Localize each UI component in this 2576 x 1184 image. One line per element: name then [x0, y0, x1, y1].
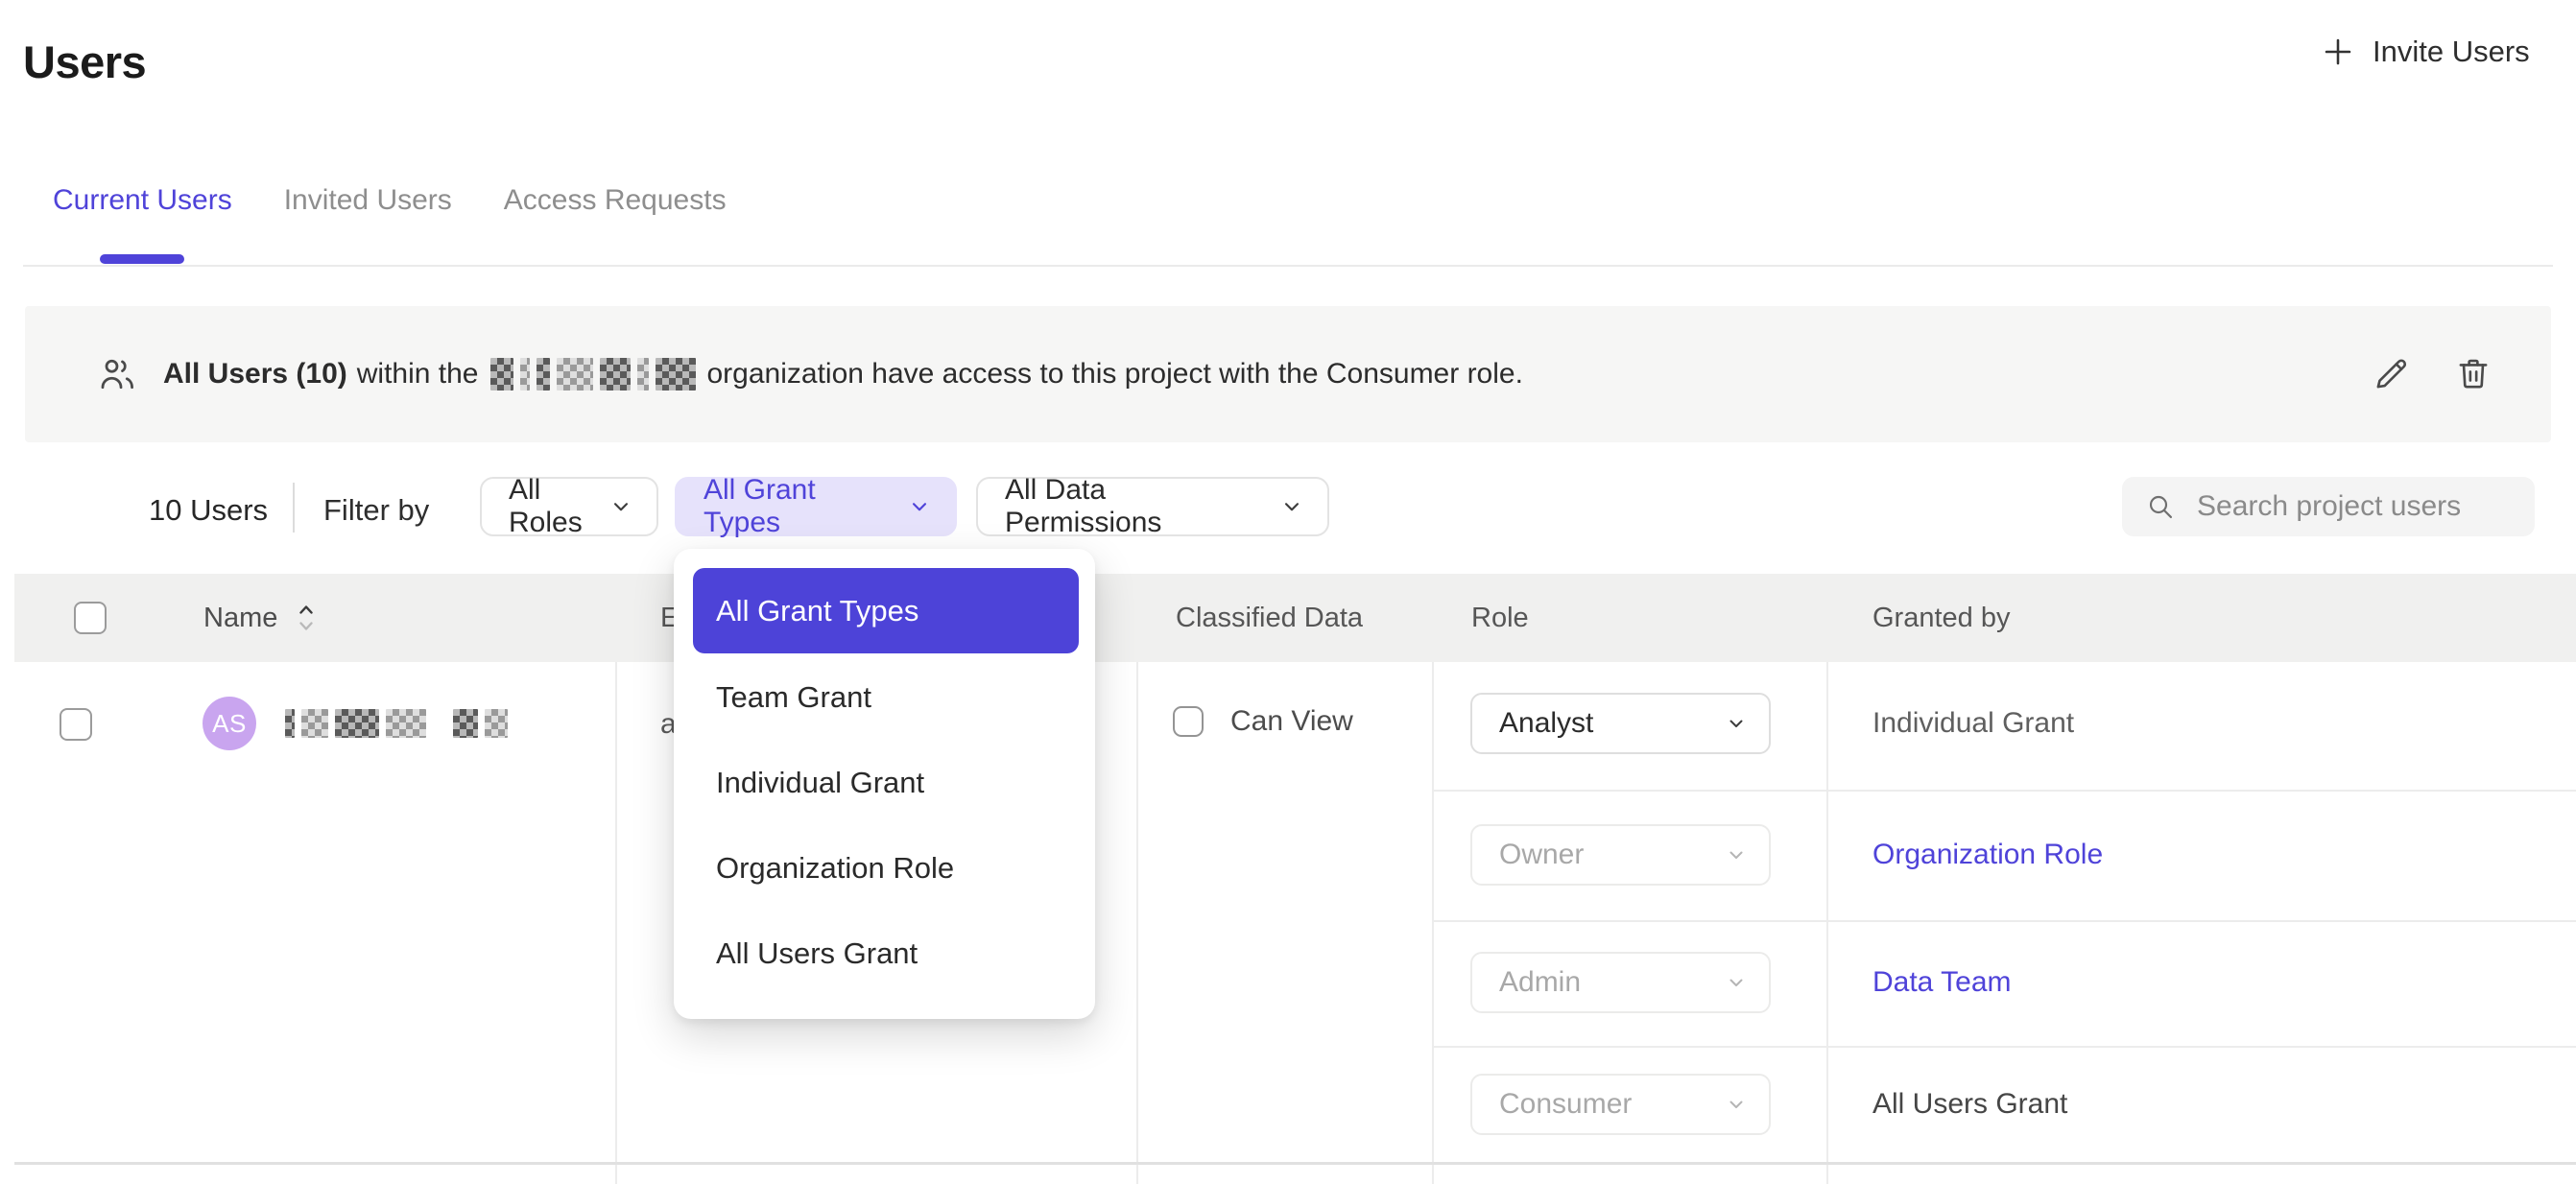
users-page: Users Invite Users Current Users Invited…: [0, 0, 2576, 1184]
row-checkbox[interactable]: [60, 708, 92, 741]
grant-row-divider: [1432, 920, 2576, 922]
redacted-user-name: [285, 709, 508, 738]
role-select-admin: Admin: [1470, 952, 1771, 1013]
avatar-initials: AS: [212, 709, 247, 739]
menu-item-all-users-grant[interactable]: All Users Grant: [693, 911, 1079, 996]
granted-by-data-team-link[interactable]: Data Team: [1872, 966, 2012, 999]
grant-row-divider: [1432, 790, 2576, 792]
invite-users-button[interactable]: Invite Users: [2321, 25, 2530, 79]
grant-row-divider: [1432, 1046, 2576, 1048]
chevron-down-icon: [1279, 494, 1304, 519]
column-header-classified-data: Classified Data: [1176, 574, 1363, 662]
people-icon: [96, 353, 138, 395]
chevron-down-icon: [1725, 971, 1748, 994]
pencil-icon: [2371, 354, 2411, 394]
select-all-checkbox[interactable]: [74, 602, 107, 634]
trash-icon: [2453, 354, 2493, 394]
filter-all-data-permissions-label: All Data Permissions: [1005, 474, 1264, 539]
banner-bold-text: All Users (10): [163, 358, 347, 391]
column-header-role: Role: [1471, 574, 1529, 662]
chevron-down-icon: [1725, 1093, 1748, 1116]
column-divider: [615, 662, 617, 1184]
chevron-down-icon: [608, 494, 633, 519]
can-view-checkbox[interactable]: [1173, 706, 1204, 737]
filter-all-data-permissions[interactable]: All Data Permissions: [976, 477, 1329, 536]
filter-all-grant-types[interactable]: All Grant Types: [675, 477, 957, 536]
user-count: 10 Users: [149, 493, 268, 528]
search-icon: [2145, 491, 2176, 522]
redacted-org-name: [490, 358, 696, 391]
chevron-down-icon: [907, 494, 932, 519]
role-select-analyst[interactable]: Analyst: [1470, 693, 1771, 754]
column-divider: [1432, 662, 1434, 1184]
table-header: Name Email Classified Data Role Granted …: [14, 574, 2576, 662]
chevron-down-icon: [1725, 712, 1748, 735]
column-divider: [1826, 662, 1828, 1184]
granted-by-individual-grant: Individual Grant: [1872, 707, 2074, 740]
tabs-divider: [23, 265, 2553, 267]
grant-types-dropdown-menu: All Grant Types Team Grant Individual Gr…: [674, 549, 1095, 1019]
edit-banner-button[interactable]: [2371, 354, 2411, 394]
column-divider: [1136, 662, 1138, 1184]
banner-text-before-org: within the: [357, 358, 479, 391]
role-select-consumer: Consumer: [1470, 1074, 1771, 1135]
avatar: AS: [203, 697, 256, 750]
banner-text-after-org: organization have access to this project…: [707, 358, 1523, 391]
tab-current-users[interactable]: Current Users: [53, 184, 232, 217]
granted-by-organization-role-link[interactable]: Organization Role: [1872, 839, 2103, 871]
plus-icon: [2321, 35, 2355, 69]
tab-access-requests[interactable]: Access Requests: [504, 184, 727, 217]
menu-item-team-grant[interactable]: Team Grant: [693, 654, 1079, 740]
delete-banner-button[interactable]: [2453, 354, 2493, 394]
row-divider: [14, 1162, 2576, 1165]
column-header-name[interactable]: Name: [203, 574, 318, 662]
menu-item-individual-grant[interactable]: Individual Grant: [693, 740, 1079, 825]
classified-data-cell: Can View: [1173, 705, 1353, 738]
tab-bar: Current Users Invited Users Access Reque…: [53, 184, 727, 217]
granted-by-all-users-grant: All Users Grant: [1872, 1088, 2067, 1121]
search-project-users: [2122, 477, 2535, 536]
page-title: Users: [23, 36, 146, 88]
tab-invited-users[interactable]: Invited Users: [284, 184, 452, 217]
all-users-banner: All Users (10) within the organization h…: [25, 306, 2551, 442]
active-tab-indicator: [100, 254, 184, 264]
filter-bar-divider: [293, 483, 295, 533]
role-select-owner: Owner: [1470, 824, 1771, 886]
filter-by-label: Filter by: [323, 493, 429, 528]
search-input[interactable]: [2195, 489, 2516, 524]
menu-item-organization-role[interactable]: Organization Role: [693, 825, 1079, 911]
column-header-granted-by: Granted by: [1872, 574, 2010, 662]
invite-users-label: Invite Users: [2373, 35, 2530, 69]
filter-all-roles[interactable]: All Roles: [480, 477, 658, 536]
banner-text: All Users (10) within the organization h…: [163, 358, 1523, 391]
menu-item-all-grant-types[interactable]: All Grant Types: [693, 568, 1079, 653]
filter-all-grant-types-label: All Grant Types: [704, 474, 892, 539]
can-view-label: Can View: [1230, 705, 1353, 738]
filter-all-roles-label: All Roles: [509, 474, 593, 539]
sort-icon[interactable]: [295, 599, 318, 637]
chevron-down-icon: [1725, 843, 1748, 866]
